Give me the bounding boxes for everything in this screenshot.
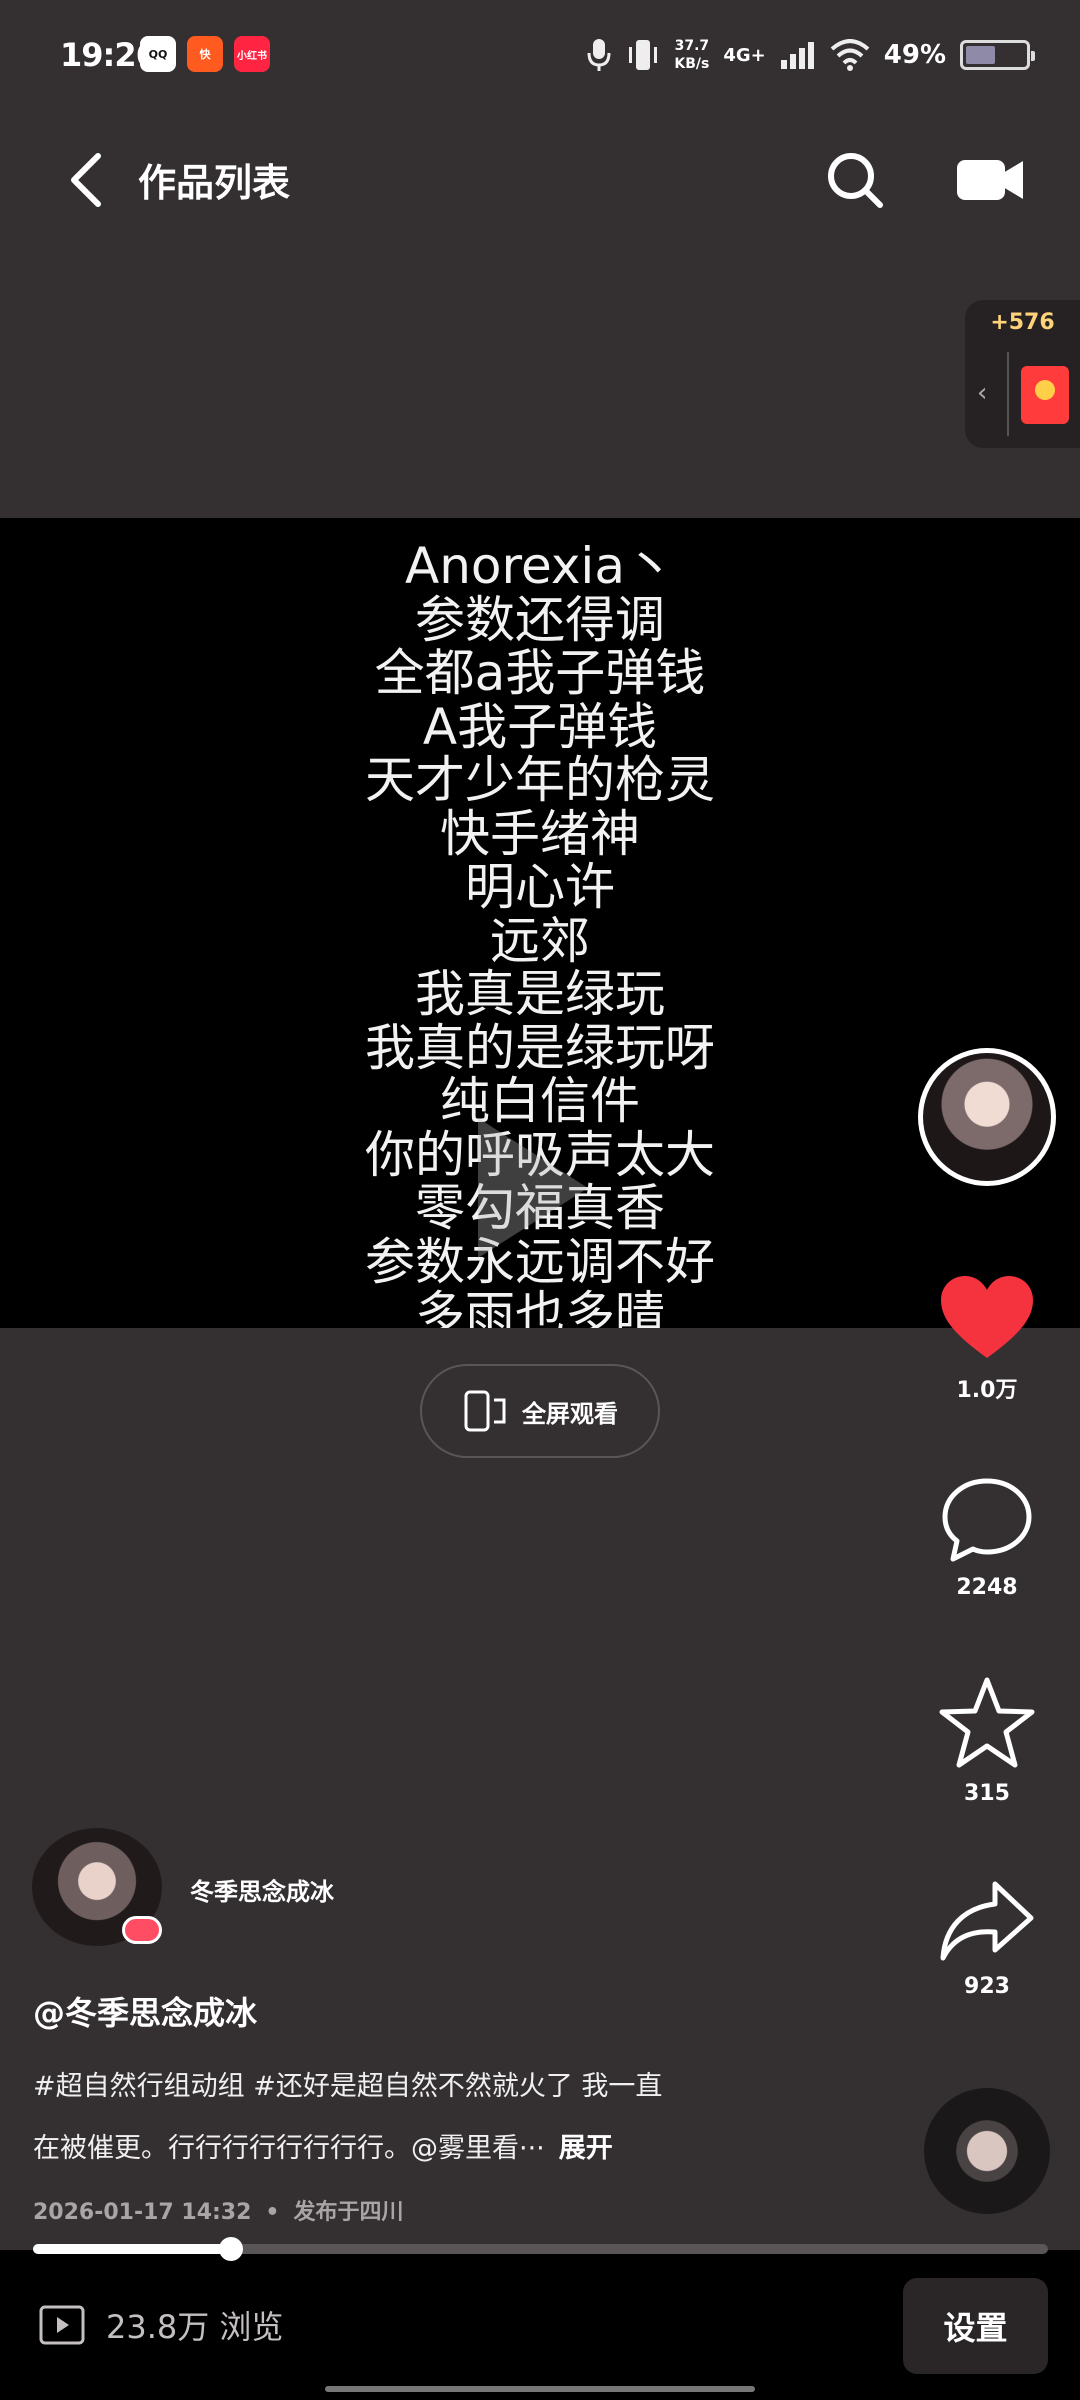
play-icon[interactable] — [478, 1118, 588, 1258]
settings-button[interactable]: 设置 — [903, 2278, 1048, 2374]
favorite-button[interactable]: 315 — [930, 1675, 1044, 1806]
play-count-icon — [39, 2305, 85, 2345]
description-text: 在被催更。行行行行行行行行。@雾里看··· — [33, 2133, 545, 2164]
search-icon — [828, 153, 883, 208]
video-description[interactable]: #超自然行组动组 #还好是超自然不然就火了 我一直 在被催更。行行行行行行行行。… — [33, 2056, 753, 2180]
lyric-line: 明心许 — [465, 858, 615, 916]
expand-link[interactable]: 展开 — [559, 2133, 613, 2164]
home-indicator[interactable] — [325, 2386, 755, 2392]
fullscreen-icon — [464, 1390, 506, 1432]
publish-date: 2026-01-17 14:32 — [33, 2200, 252, 2225]
chevron-left-icon: ‹ — [977, 378, 988, 408]
network-type: 4G+ — [723, 44, 766, 66]
search-button[interactable] — [820, 145, 890, 215]
like-button[interactable]: 1.0万 — [930, 1272, 1044, 1404]
red-packet-widget[interactable]: +576 ‹ — [965, 300, 1080, 448]
lyric-line: 快手绪神 — [440, 804, 640, 863]
net-speed-unit: KB/s — [674, 56, 710, 72]
lyric-line: 天才少年的枪灵 — [365, 751, 715, 809]
view-count: 23.8万 浏览 — [38, 2302, 283, 2348]
red-envelope-icon — [1021, 366, 1069, 424]
description-line-2: 在被催更。行行行行行行行行。@雾里看··· 展开 — [33, 2118, 753, 2180]
battery-icon — [960, 40, 1035, 70]
net-speed-value: 37.7 — [674, 38, 710, 54]
playback-progress-bar[interactable] — [33, 2237, 1048, 2261]
qq-icon: QQ — [140, 36, 176, 72]
fullscreen-label: 全屏观看 — [522, 1399, 618, 1428]
like-count: 1.0万 — [956, 1378, 1018, 1403]
favorite-count: 315 — [964, 1781, 1010, 1806]
lyric-line: 多雨也多晴 — [415, 1286, 665, 1328]
signal-icon — [780, 42, 814, 69]
chevron-left-icon — [71, 153, 101, 207]
publish-meta: 2026-01-17 14:32 • 发布于四川 — [33, 2194, 404, 2226]
progress-handle[interactable] — [218, 2237, 243, 2261]
vibrate-icon — [629, 40, 658, 70]
lyric-line: 我真是绿玩 — [415, 965, 665, 1023]
heart-icon — [941, 1276, 1033, 1358]
view-count-text: 23.8万 浏览 — [106, 2308, 284, 2346]
wifi-icon — [830, 39, 870, 71]
back-button[interactable] — [55, 150, 115, 210]
lyric-line: 我真的是绿玩呀 — [365, 1018, 715, 1077]
meta-separator: • — [265, 2200, 280, 2225]
author-handle[interactable]: @冬季思念成冰 — [33, 1988, 257, 2034]
status-indicators: 37.7 KB/s 4G+ 49% — [586, 30, 1035, 80]
comment-icon — [942, 1478, 1032, 1562]
lyric-line: A我子弹钱 — [422, 697, 658, 756]
share-count: 923 — [964, 1974, 1010, 1999]
comment-count: 2248 — [956, 1575, 1018, 1600]
author-avatar[interactable] — [918, 1048, 1056, 1186]
status-bar: 19:26 QQ 快 小红书 37.7 KB/s 4G+ 49% — [0, 0, 1080, 110]
star-icon — [939, 1677, 1035, 1768]
kuaishou-icon: 快 — [187, 36, 223, 72]
bottom-bar: 23.8万 浏览 设置 — [0, 2250, 1080, 2400]
page-title: 作品列表 — [138, 161, 291, 205]
net-speed: 37.7 KB/s — [674, 37, 709, 73]
lyric-line: 全都a我子弹钱 — [374, 644, 706, 702]
author-name[interactable]: 冬季思念成冰 — [190, 1872, 334, 1907]
fullscreen-button[interactable]: 全屏观看 — [420, 1364, 660, 1458]
publish-location: 发布于四川 — [293, 2200, 404, 2225]
xiaohongshu-icon: 小红书 — [234, 36, 270, 72]
camera-button[interactable] — [950, 145, 1030, 215]
top-nav: 作品列表 — [0, 130, 1080, 230]
camera-icon — [957, 160, 1023, 200]
comment-button[interactable]: 2248 — [930, 1475, 1044, 1600]
description-line: #超自然行组动组 #还好是超自然不然就火了 我一直 — [33, 2071, 663, 2102]
divider — [1007, 352, 1009, 436]
video-player[interactable]: Anorexia丶 参数还得调 全都a我子弹钱 A我子弹钱 天才少年的枪灵 快手… — [0, 518, 1080, 1328]
lyric-line: Anorexia丶 — [405, 537, 675, 595]
microphone-icon — [587, 39, 611, 71]
progress-fill — [33, 2244, 231, 2254]
battery-percent: 49% — [883, 40, 946, 70]
heart-badge-icon — [122, 1916, 162, 1944]
red-packet-count: +576 — [990, 310, 1055, 335]
lyric-line: 远郊 — [490, 911, 590, 970]
share-icon — [940, 1881, 1034, 1961]
share-button[interactable]: 923 — [930, 1878, 1044, 1999]
music-disc-icon[interactable] — [924, 2088, 1050, 2214]
author-row[interactable]: 冬季思念成冰 — [32, 1828, 632, 1948]
lyric-line: 参数还得调 — [415, 590, 665, 649]
